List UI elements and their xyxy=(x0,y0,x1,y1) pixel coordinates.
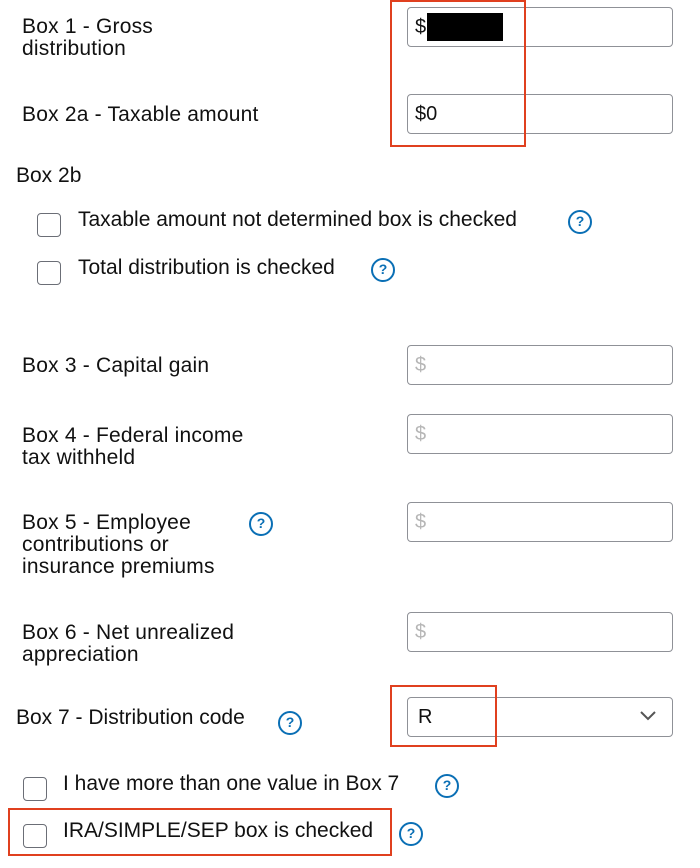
taxable-amount-not-determined-label: Taxable amount not determined box is che… xyxy=(78,208,517,231)
highlight-box-amounts xyxy=(390,0,526,147)
box1-label-line1: Box 1 - Gross xyxy=(22,15,153,38)
taxable-amount-not-determined-checkbox[interactable] xyxy=(37,213,61,237)
help-icon[interactable]: ? xyxy=(435,774,459,798)
box6-label: Box 6 - Net unrealized appreciation xyxy=(22,622,234,666)
box5-label-line1: Box 5 - Employee xyxy=(22,511,191,534)
help-icon[interactable]: ? xyxy=(278,711,302,735)
box6-label-line2: appreciation xyxy=(22,643,139,666)
box2a-label: Box 2a - Taxable amount xyxy=(22,103,259,126)
box4-label-line1: Box 4 - Federal income xyxy=(22,424,244,447)
box2b-heading: Box 2b xyxy=(16,164,82,187)
help-icon[interactable]: ? xyxy=(371,258,395,282)
box1-label: Box 1 - Gross distribution xyxy=(22,16,153,60)
box3-label: Box 3 - Capital gain xyxy=(22,354,210,377)
box5-label: Box 5 - Employee contributions or insura… xyxy=(22,512,215,578)
box1-label-line2: distribution xyxy=(22,37,126,60)
multiple-box7-values-label: I have more than one value in Box 7 xyxy=(63,772,400,795)
box7-label: Box 7 - Distribution code xyxy=(16,706,245,729)
box5-label-line3: insurance premiums xyxy=(22,555,215,578)
total-distribution-label: Total distribution is checked xyxy=(78,256,335,279)
help-icon[interactable]: ? xyxy=(399,822,423,846)
box5-label-line2: contributions or xyxy=(22,533,169,556)
total-distribution-checkbox[interactable] xyxy=(37,261,61,285)
highlight-distribution-code xyxy=(390,685,497,747)
box4-federal-tax-withheld-input[interactable] xyxy=(407,414,673,454)
chevron-down-icon xyxy=(640,711,656,721)
help-icon[interactable]: ? xyxy=(249,512,273,536)
help-icon[interactable]: ? xyxy=(568,210,592,234)
box4-label-line2: tax withheld xyxy=(22,446,136,469)
box6-net-unrealized-appreciation-input[interactable] xyxy=(407,612,673,652)
multiple-box7-values-checkbox[interactable] xyxy=(23,777,47,801)
box6-label-line1: Box 6 - Net unrealized xyxy=(22,621,235,644)
box4-label: Box 4 - Federal income tax withheld xyxy=(22,425,244,469)
box3-capital-gain-input[interactable] xyxy=(407,345,673,385)
box5-employee-contributions-input[interactable] xyxy=(407,502,673,542)
highlight-ira-checkbox xyxy=(8,808,392,856)
